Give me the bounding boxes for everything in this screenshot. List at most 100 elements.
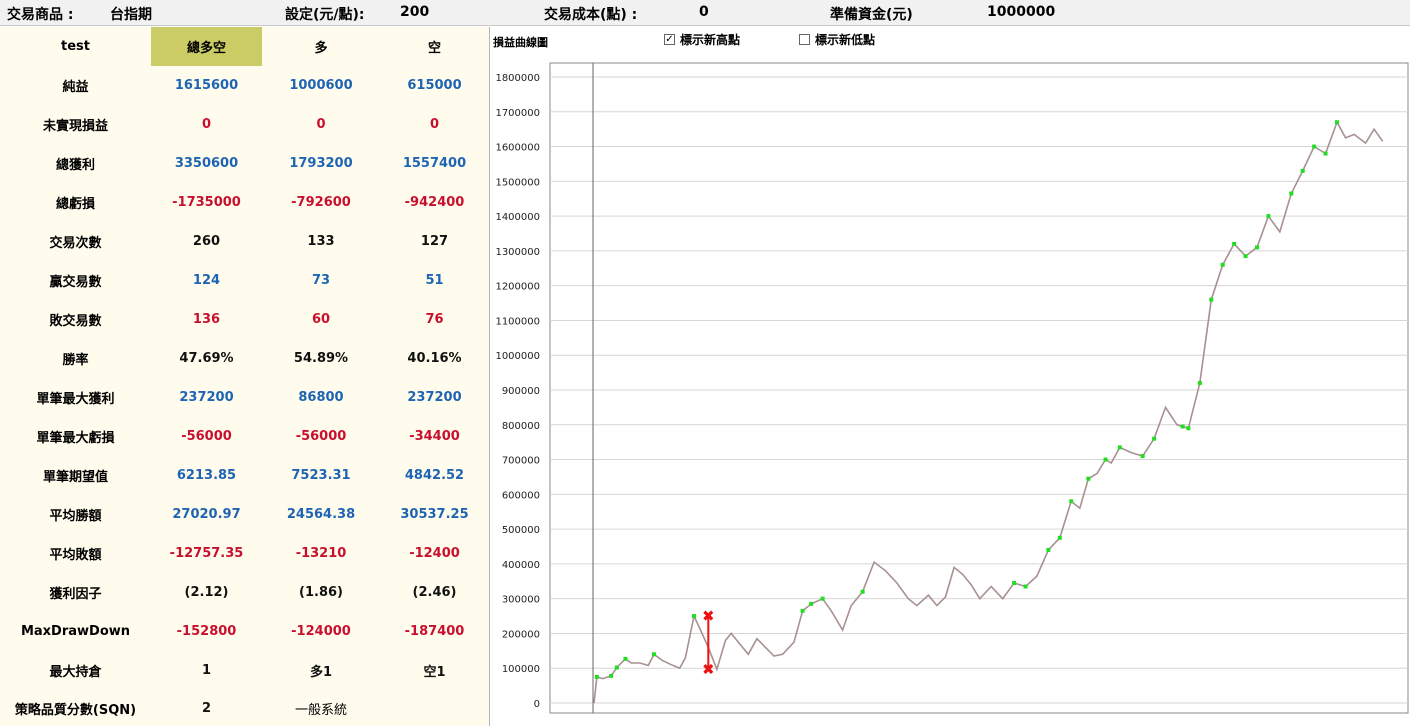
stats-row-label: 平均敗額: [49, 548, 102, 563]
stats-value-total: 124: [192, 273, 221, 288]
y-tick-label: 300000: [502, 595, 540, 606]
cost-label: 交易成本(點) :: [544, 7, 638, 23]
new-high-marker: [1197, 381, 1202, 386]
header-short[interactable]: 空: [380, 27, 489, 66]
stats-value-long: (1.86): [299, 585, 343, 600]
cost-value: 0: [699, 4, 709, 20]
stats-value-short: 127: [420, 234, 449, 249]
new-high-marker: [820, 596, 825, 601]
header-long[interactable]: 多: [262, 27, 380, 66]
stats-value-long: 1793200: [289, 156, 353, 171]
new-high-marker: [1323, 151, 1328, 156]
new-high-marker: [1220, 262, 1225, 267]
header-total[interactable]: 總多空: [151, 27, 262, 66]
sqn-grade: 一般系統: [294, 702, 347, 718]
chart-title: 損益曲線圖: [493, 36, 548, 49]
stats-row-label: 單筆最大獲利: [36, 392, 115, 407]
product-label: 交易商品 :: [7, 7, 74, 23]
stats-row-label: 贏交易數: [49, 275, 102, 290]
new-high-marker: [1186, 426, 1191, 431]
new-high-marker: [1046, 547, 1051, 552]
stats-value-short: -12400: [409, 546, 460, 561]
stats-row-label: 總虧損: [55, 197, 95, 212]
capital-value: 1000000: [987, 4, 1056, 20]
stats-value-total: 136: [192, 312, 221, 327]
stats-value-short: 0: [429, 117, 440, 132]
stats-value-long: -124000: [291, 624, 351, 639]
stats-value-total: 1615600: [174, 78, 239, 93]
chart-panel: 1800000 1700000 1600000 1500000 1400000 13000…: [490, 27, 1410, 726]
stats-value-total: -152800: [176, 624, 237, 639]
y-tick-label: 500000: [502, 525, 540, 536]
sqn-row: 策略品質分數(SQN) 2 一般系統: [0, 690, 489, 726]
stats-value-short: 615000: [407, 78, 462, 93]
new-high-marker: [1335, 120, 1339, 125]
y-tick-label: 1600000: [495, 143, 540, 154]
setting-value: 200: [400, 4, 430, 20]
stats-value-long: 1000600: [289, 78, 353, 93]
new-high-marker: [692, 614, 697, 619]
stats-value-total: 237200: [179, 390, 234, 405]
stats-value-total: -56000: [181, 429, 232, 444]
equity-curve-chart: 1800000 1700000 1600000 1500000 1400000 13000…: [495, 62, 1409, 714]
stats-value-short: 76: [425, 312, 444, 327]
sqn-value: 2: [201, 700, 212, 716]
checkbox-unchecked-icon[interactable]: [799, 34, 810, 45]
stats-row-label: 單筆期望值: [42, 470, 108, 485]
y-tick-label: 100000: [502, 664, 540, 675]
y-tick-label: 0: [534, 699, 540, 710]
y-tick-label: 1300000: [495, 247, 540, 258]
stats-row-label: 未實現損益: [42, 119, 108, 134]
stats-row-label: 獲利因子: [49, 587, 102, 602]
stats-panel: test 總多空 多 空 純益 1615600 1000600 615000 未實現損益…: [0, 27, 489, 726]
new-high-marker: [1243, 254, 1248, 259]
stats-row: 敗交易數 136 60 76: [0, 300, 489, 339]
max-drawdown-x-icon: ✖: [702, 607, 715, 625]
new-high-marker: [1266, 214, 1271, 219]
sqn-empty: [380, 690, 489, 726]
stats-value-total: 260: [192, 234, 221, 249]
new-high-marker: [1140, 454, 1145, 459]
new-high-marker: [809, 601, 814, 606]
stats-value-long: 60: [311, 312, 331, 327]
new-high-marker: [1023, 584, 1028, 589]
stats-value-short: 空1: [423, 665, 446, 680]
new-high-marker: [1232, 241, 1237, 246]
summary-bar: 交易商品 : 台指期 設定(元/點): 200 交易成本(點) : 0 準備資金…: [0, 0, 1410, 26]
new-high-marker: [1152, 436, 1157, 441]
header-strategy-name: test: [61, 39, 90, 54]
stats-value-long: -792600: [291, 195, 351, 210]
stats-value-total: 6213.85: [176, 468, 237, 483]
stats-row-label: 敗交易數: [49, 314, 102, 329]
new-high-marker: [1057, 535, 1062, 540]
new-high-marker: [609, 673, 614, 678]
stats-value-short: -34400: [409, 429, 460, 444]
show-new-low-label: 標示新低點: [815, 33, 876, 47]
new-high-marker: [1180, 424, 1185, 429]
stats-row-label: 交易次數: [49, 236, 102, 251]
stats-value-total: 27020.97: [172, 507, 241, 522]
y-tick-label: 700000: [502, 456, 540, 467]
y-tick-label: 800000: [502, 421, 540, 432]
stats-row: 交易次數 260 133 127: [0, 222, 489, 261]
new-high-marker: [1209, 297, 1214, 302]
stats-row: 單筆最大虧損 -56000 -56000 -34400: [0, 417, 489, 456]
show-new-high-checkbox[interactable]: ✓ 標示新高點: [664, 31, 740, 48]
capital-label: 準備資金(元): [830, 7, 913, 23]
show-new-low-checkbox[interactable]: 標示新低點: [799, 31, 875, 48]
stats-value-short: 1557400: [402, 156, 467, 171]
new-high-marker: [1069, 499, 1074, 504]
stats-row: 最大持倉 1 多1 空1: [0, 651, 489, 690]
stats-value-long: 54.89%: [293, 351, 349, 366]
stats-value-short: 4842.52: [404, 468, 465, 483]
y-tick-label: 1000000: [495, 351, 540, 362]
stats-row: 贏交易數 124 73 51: [0, 261, 489, 300]
stats-row-label: 最大持倉: [49, 665, 102, 680]
stats-row: 平均敗額 -12757.35 -13210 -12400: [0, 534, 489, 573]
stats-row: 勝率 47.69% 54.89% 40.16%: [0, 339, 489, 378]
stats-value-short: 51: [425, 273, 444, 288]
stats-value-long: 7523.31: [291, 468, 351, 483]
stats-value-long: 0: [316, 117, 326, 132]
checkbox-checked-icon[interactable]: ✓: [664, 34, 675, 45]
sqn-label: 策略品質分數(SQN): [14, 702, 137, 718]
